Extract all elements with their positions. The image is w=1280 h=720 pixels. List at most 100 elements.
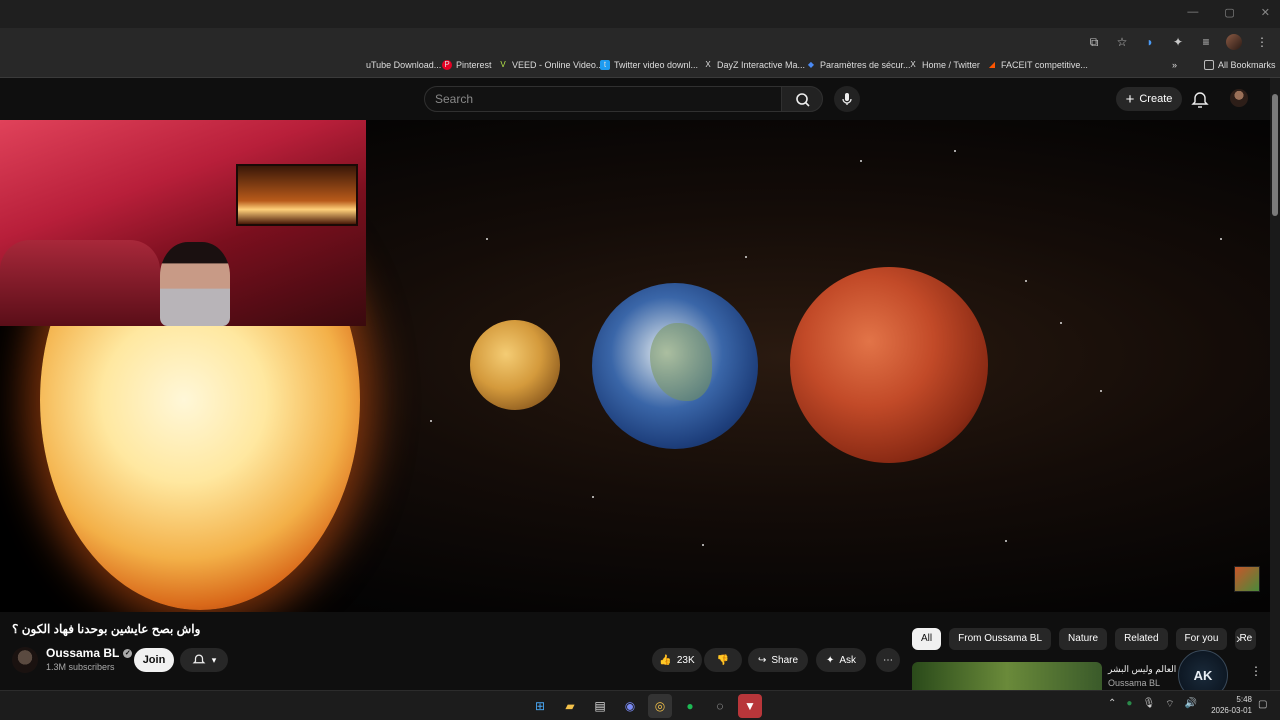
security-icon: ◆ bbox=[807, 60, 815, 69]
twitter-dl-icon: t bbox=[600, 60, 610, 70]
media-controls-icon[interactable]: ≡ bbox=[1198, 34, 1214, 50]
earth-image bbox=[592, 283, 758, 449]
star bbox=[745, 256, 747, 258]
browser-title-bar: — ▢ ✕ bbox=[0, 0, 1280, 28]
account-avatar[interactable] bbox=[1230, 89, 1248, 107]
notifications-icon[interactable]: ▢ bbox=[1258, 699, 1267, 710]
webcam-bed bbox=[0, 240, 160, 326]
star bbox=[486, 238, 488, 240]
faceit-icon: ◢ bbox=[988, 60, 996, 69]
bookmark-item[interactable]: X Home / Twitter bbox=[908, 60, 980, 70]
obs-icon[interactable]: ◌ bbox=[708, 694, 732, 718]
related-chips: All From Oussama BL Nature Related For y… bbox=[912, 628, 1257, 650]
profile-icon[interactable] bbox=[1226, 34, 1242, 50]
all-bookmarks[interactable]: All Bookmarks bbox=[1204, 60, 1276, 70]
search-input[interactable]: Search bbox=[424, 86, 782, 112]
ask-button[interactable]: ✦ Ask bbox=[816, 648, 866, 672]
taskbar: ⊞ ▰ ▤ ◉ ◎ ● ◌ ▼ ⌃ ● 🎙 ⌔ 🔊 5:48 2026-03-0… bbox=[0, 690, 1280, 720]
chevron-down-icon: ▾ bbox=[211, 654, 217, 665]
channel-name[interactable]: Oussama BL ✓ bbox=[46, 646, 133, 660]
microphone-icon bbox=[842, 93, 852, 105]
recommended-thumbnail[interactable] bbox=[912, 662, 1102, 690]
bookmark-item[interactable]: t Twitter video downl... bbox=[600, 60, 698, 70]
bookmark-star-icon[interactable]: ☆ bbox=[1114, 34, 1130, 50]
star bbox=[1005, 540, 1007, 542]
search-icon bbox=[796, 93, 810, 107]
search-button[interactable] bbox=[781, 86, 823, 112]
channel-watermark[interactable] bbox=[1234, 566, 1260, 592]
store-icon[interactable]: ▤ bbox=[588, 694, 612, 718]
x-icon: X bbox=[910, 60, 916, 69]
bookmark-item[interactable]: X DayZ Interactive Ma... bbox=[703, 60, 805, 70]
tray-app-icon[interactable]: ● bbox=[1126, 698, 1132, 711]
star bbox=[702, 544, 704, 546]
bookmark-item[interactable]: ◢ FACEIT competitive... bbox=[987, 60, 1088, 70]
close-icon[interactable]: ✕ bbox=[1261, 6, 1270, 19]
share-icon: ↪ bbox=[757, 654, 767, 666]
thumbs-down-icon: 👎 bbox=[716, 654, 730, 666]
voice-search-button[interactable] bbox=[834, 86, 860, 112]
video-info: واش بصح عايشين بوحدنا فهاد الكون ؟ Oussa… bbox=[0, 612, 1270, 690]
scrollbar-thumb[interactable] bbox=[1272, 94, 1278, 216]
more-icon: ⋯ bbox=[883, 654, 893, 666]
clock-date: 2026-03-01 bbox=[1211, 706, 1252, 715]
sparkle-icon: ✦ bbox=[825, 654, 835, 666]
maximize-icon[interactable]: ▢ bbox=[1224, 6, 1234, 19]
bookmarks-overflow-icon[interactable]: » bbox=[1172, 60, 1177, 70]
minimize-icon[interactable]: — bbox=[1187, 6, 1198, 19]
window-controls: — ▢ ✕ bbox=[1187, 6, 1270, 19]
subscription-bell-button[interactable]: ▾ bbox=[180, 648, 228, 672]
tray-expand-icon[interactable]: ⌃ bbox=[1108, 698, 1116, 711]
join-button[interactable]: Join bbox=[134, 648, 174, 672]
brave-icon[interactable]: ▼ bbox=[738, 694, 762, 718]
wifi-icon[interactable]: ⌔ bbox=[1165, 698, 1174, 711]
volume-icon[interactable]: 🔊 bbox=[1185, 698, 1197, 711]
bookmark-item[interactable]: V VEED - Online Video... bbox=[498, 60, 603, 70]
dayz-icon: X bbox=[705, 60, 711, 69]
create-button[interactable]: + Create bbox=[1116, 87, 1182, 111]
bookmark-item[interactable]: P Pinterest bbox=[442, 60, 492, 70]
install-app-icon[interactable]: ⧉ bbox=[1086, 34, 1102, 50]
recommended-channel[interactable]: Oussama BL bbox=[1108, 678, 1160, 688]
discord-icon[interactable]: ◉ bbox=[618, 694, 642, 718]
chrome-icon[interactable]: ◎ bbox=[648, 694, 672, 718]
dislike-button[interactable]: 👎 bbox=[704, 648, 742, 672]
microphone-icon[interactable]: 🎙 bbox=[1142, 698, 1155, 711]
plus-icon: + bbox=[1125, 90, 1135, 108]
channel-avatar[interactable] bbox=[12, 647, 38, 673]
youtube-header: Search + Create bbox=[0, 78, 1280, 120]
bookmarks-bar: uTube Download... P Pinterest V VEED - Onl… bbox=[0, 56, 1280, 78]
chevron-right-icon[interactable]: › bbox=[1236, 630, 1241, 646]
star bbox=[430, 420, 432, 422]
video-player[interactable] bbox=[0, 120, 1270, 612]
bell-icon bbox=[192, 654, 206, 664]
chip-from-channel[interactable]: From Oussama BL bbox=[949, 628, 1052, 650]
bell-icon bbox=[1191, 92, 1209, 108]
bookmark-item[interactable]: ◆ Paramètres de sécur... bbox=[806, 60, 911, 70]
file-explorer-icon[interactable]: ▰ bbox=[558, 694, 582, 718]
share-button[interactable]: ↪ Share bbox=[748, 648, 808, 672]
subscriber-count: 1.3M subscribers bbox=[46, 662, 115, 672]
bookmark-item[interactable]: uTube Download... bbox=[366, 60, 441, 70]
folder-icon bbox=[1204, 60, 1214, 70]
notifications-button[interactable] bbox=[1190, 90, 1210, 110]
webcam-tv bbox=[236, 164, 358, 226]
chip-related[interactable]: Related bbox=[1115, 628, 1168, 650]
spotify-icon[interactable]: ● bbox=[678, 694, 702, 718]
like-button[interactable]: 👍 23K bbox=[652, 648, 702, 672]
create-label: Create bbox=[1139, 93, 1173, 105]
extension-audio-icon[interactable]: ◗ bbox=[1142, 34, 1158, 50]
chip-all[interactable]: All bbox=[912, 628, 942, 650]
windows-start-icon[interactable]: ⊞ bbox=[528, 694, 552, 718]
verified-icon: ✓ bbox=[123, 648, 133, 658]
more-vertical-icon[interactable]: ⋮ bbox=[1250, 664, 1262, 678]
taskbar-clock[interactable]: 5:48 2026-03-01 bbox=[1208, 694, 1252, 716]
star bbox=[1060, 322, 1062, 324]
page-scrollbar[interactable] bbox=[1270, 78, 1280, 690]
browser-menu-icon[interactable]: ⋮ bbox=[1254, 34, 1270, 50]
chip-for-you[interactable]: For you bbox=[1175, 628, 1228, 650]
mars-image bbox=[790, 267, 988, 463]
extensions-icon[interactable]: ✦ bbox=[1170, 34, 1186, 50]
more-actions-button[interactable]: ⋯ bbox=[876, 648, 900, 672]
chip-nature[interactable]: Nature bbox=[1059, 628, 1108, 650]
